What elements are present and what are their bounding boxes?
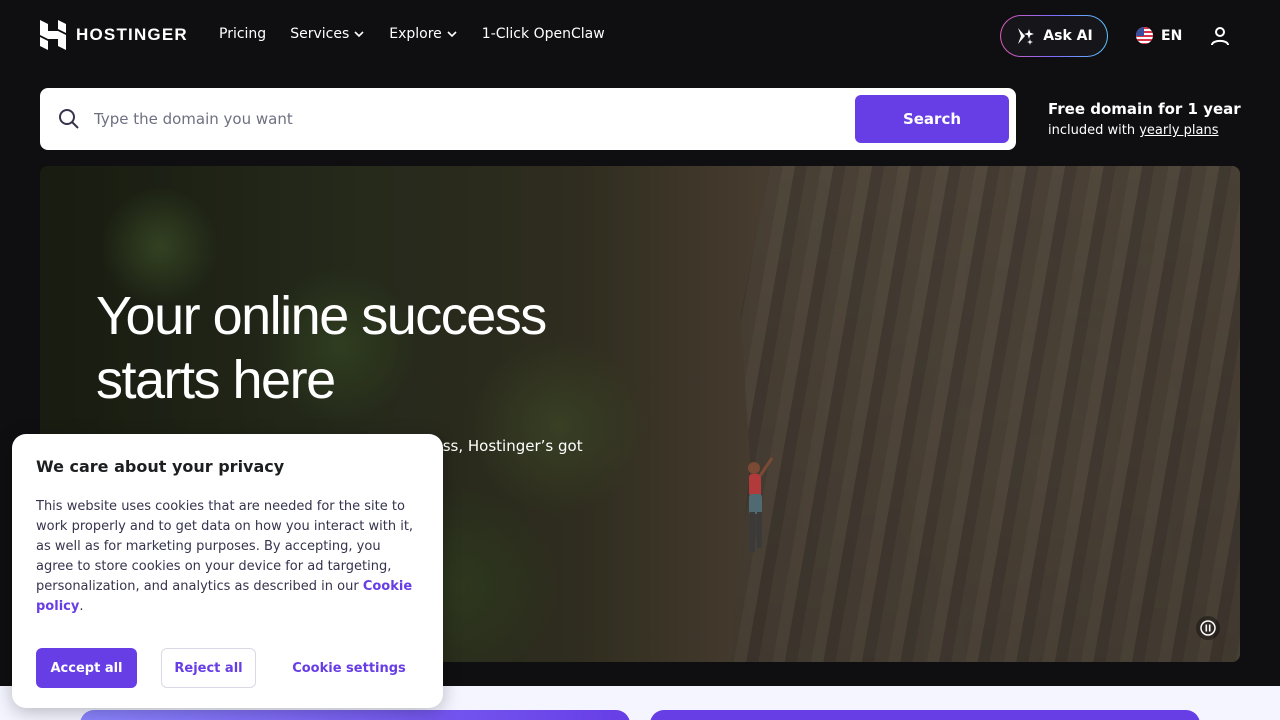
logo-text: HOSTINGER <box>76 25 188 44</box>
hero-title-line1: Your online success <box>96 286 547 346</box>
language-selector[interactable]: EN <box>1136 27 1182 44</box>
cookie-banner-text: This website uses cookies that are neede… <box>36 499 414 594</box>
yearly-plans-link[interactable]: yearly plans <box>1139 123 1218 138</box>
cookie-settings-button[interactable]: Cookie settings <box>280 648 418 688</box>
nav-explore-label: Explore <box>389 26 442 42</box>
user-account-icon[interactable] <box>1208 24 1232 48</box>
hero-title: Your online success starts here <box>96 284 616 412</box>
pause-icon <box>1200 620 1216 636</box>
ask-ai-button[interactable]: Ask AI <box>1000 15 1108 57</box>
nav-explore[interactable]: Explore <box>389 26 458 42</box>
us-flag-icon <box>1136 27 1153 44</box>
climber-figure <box>748 457 774 552</box>
search-icon <box>59 109 79 129</box>
cookie-banner-period: . <box>79 599 84 614</box>
promo-subtitle: included with yearly plans <box>1048 123 1241 138</box>
chevron-down-icon <box>354 31 364 38</box>
top-navigation: HOSTINGER Pricing Services Explore 1-Cli… <box>0 0 1280 72</box>
nav-openclaw[interactable]: 1-Click OpenClaw <box>482 26 605 42</box>
sparkle-icon <box>1018 28 1035 45</box>
promo-title: Free domain for 1 year <box>1048 100 1241 118</box>
cookie-banner-body: This website uses cookies that are neede… <box>36 497 421 617</box>
main-nav: Pricing Services Explore 1-Click OpenCla… <box>219 26 605 42</box>
promo-prefix: included with <box>1048 123 1140 138</box>
nav-services-label: Services <box>290 26 350 42</box>
nav-pricing[interactable]: Pricing <box>219 26 266 42</box>
cookie-banner-title: We care about your privacy <box>36 457 285 476</box>
nav-openclaw-label: 1-Click OpenClaw <box>481 26 605 42</box>
nav-pricing-label: Pricing <box>219 26 267 42</box>
nav-services[interactable]: Services <box>290 26 365 42</box>
feature-card-left <box>80 710 630 720</box>
domain-search-box: Search <box>40 88 1016 150</box>
domain-search-input[interactable] <box>94 102 874 136</box>
hostinger-logo-icon <box>40 20 66 50</box>
chevron-down-icon <box>447 31 457 38</box>
hero-title-line2: starts here <box>96 350 336 410</box>
reject-all-button[interactable]: Reject all <box>161 648 256 688</box>
language-label: EN <box>1161 27 1183 44</box>
accept-all-button[interactable]: Accept all <box>36 648 137 688</box>
cookie-consent-banner: We care about your privacy This website … <box>12 434 443 708</box>
hero-subtitle-text: ness, Hostinger’s got <box>424 437 583 455</box>
search-button[interactable]: Search <box>855 95 1009 143</box>
free-domain-promo: Free domain for 1 year included with yea… <box>1048 100 1241 138</box>
ask-ai-label: Ask AI <box>1043 28 1093 44</box>
video-pause-button[interactable] <box>1196 616 1220 640</box>
feature-card-right <box>650 710 1200 720</box>
hostinger-logo[interactable]: HOSTINGER <box>40 20 188 50</box>
